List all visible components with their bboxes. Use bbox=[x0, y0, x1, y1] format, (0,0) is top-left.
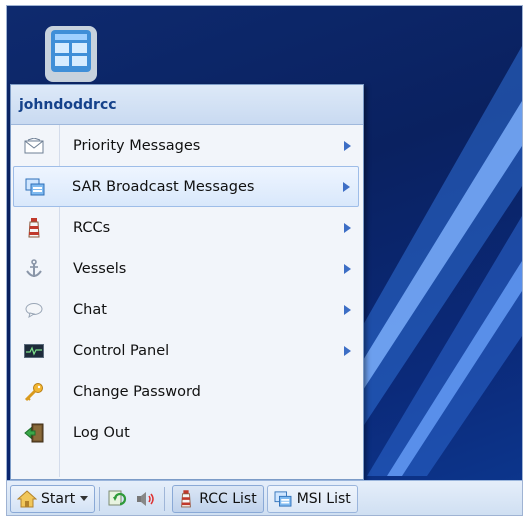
submenu-arrow-icon bbox=[343, 181, 350, 192]
taskbar-separator bbox=[164, 486, 166, 511]
submenu-arrow-icon bbox=[344, 263, 351, 274]
menu-item-label: Log Out bbox=[73, 424, 130, 441]
taskbar: Start RCC List MSI List bbox=[7, 480, 522, 515]
desktop: johndoddrcc Priority Messages SAR Broadc… bbox=[6, 5, 523, 516]
start-label: Start bbox=[41, 490, 76, 507]
refresh-button[interactable] bbox=[104, 485, 132, 513]
rcc-list-label: RCC List bbox=[199, 490, 257, 507]
submenu-arrow-icon bbox=[344, 345, 351, 356]
menu-item-priority-messages[interactable]: Priority Messages bbox=[11, 125, 363, 166]
desktop-sar-broadcast-icon[interactable] bbox=[41, 24, 103, 86]
menu-item-label: Control Panel bbox=[73, 342, 170, 359]
submenu-arrow-icon bbox=[344, 222, 351, 233]
anchor-icon bbox=[11, 258, 57, 279]
monitor-pulse-icon bbox=[11, 343, 57, 358]
submenu-arrow-icon bbox=[344, 140, 351, 151]
chevron-down-icon bbox=[80, 496, 89, 501]
menu-username: johndoddrcc bbox=[11, 85, 363, 125]
start-menu: johndoddrcc Priority Messages SAR Broadc… bbox=[10, 84, 364, 480]
menu-item-sar-broadcast-messages[interactable]: SAR Broadcast Messages bbox=[13, 166, 359, 207]
start-button[interactable]: Start bbox=[10, 484, 96, 513]
menu-item-rccs[interactable]: RCCs bbox=[11, 207, 363, 248]
sound-button[interactable] bbox=[132, 485, 160, 513]
menu-item-vessels[interactable]: Vessels bbox=[11, 248, 363, 289]
lighthouse-icon bbox=[179, 489, 193, 508]
lighthouse-icon bbox=[11, 217, 57, 238]
speaker-icon bbox=[136, 491, 156, 507]
rcc-list-button[interactable]: RCC List bbox=[172, 484, 264, 513]
menu-item-label: Chat bbox=[73, 301, 107, 318]
taskbar-separator bbox=[99, 486, 101, 511]
menu-item-chat[interactable]: Chat bbox=[11, 289, 363, 330]
msi-list-label: MSI List bbox=[296, 490, 351, 507]
menu-item-label: SAR Broadcast Messages bbox=[72, 178, 255, 195]
menu-item-control-panel[interactable]: Control Panel bbox=[11, 330, 363, 371]
menu-item-label: Vessels bbox=[73, 260, 127, 277]
menu-item-label: Priority Messages bbox=[73, 137, 201, 154]
refresh-icon bbox=[108, 490, 128, 508]
home-icon bbox=[17, 489, 37, 508]
menu-item-change-password[interactable]: Change Password bbox=[11, 371, 363, 412]
menu-item-log-out[interactable]: Log Out bbox=[11, 412, 363, 453]
msi-list-button[interactable]: MSI List bbox=[266, 484, 358, 513]
menu-item-label: RCCs bbox=[73, 219, 111, 236]
key-icon bbox=[11, 382, 57, 402]
exit-door-icon bbox=[11, 423, 57, 443]
broadcast-window-icon bbox=[274, 490, 292, 507]
broadcast-window-icon bbox=[14, 178, 56, 196]
submenu-arrow-icon bbox=[344, 304, 351, 315]
envelope-icon bbox=[11, 137, 57, 154]
menu-list: Priority Messages SAR Broadcast Messages… bbox=[11, 125, 363, 477]
menu-item-label: Change Password bbox=[73, 383, 201, 400]
chat-bubble-icon bbox=[11, 302, 57, 318]
